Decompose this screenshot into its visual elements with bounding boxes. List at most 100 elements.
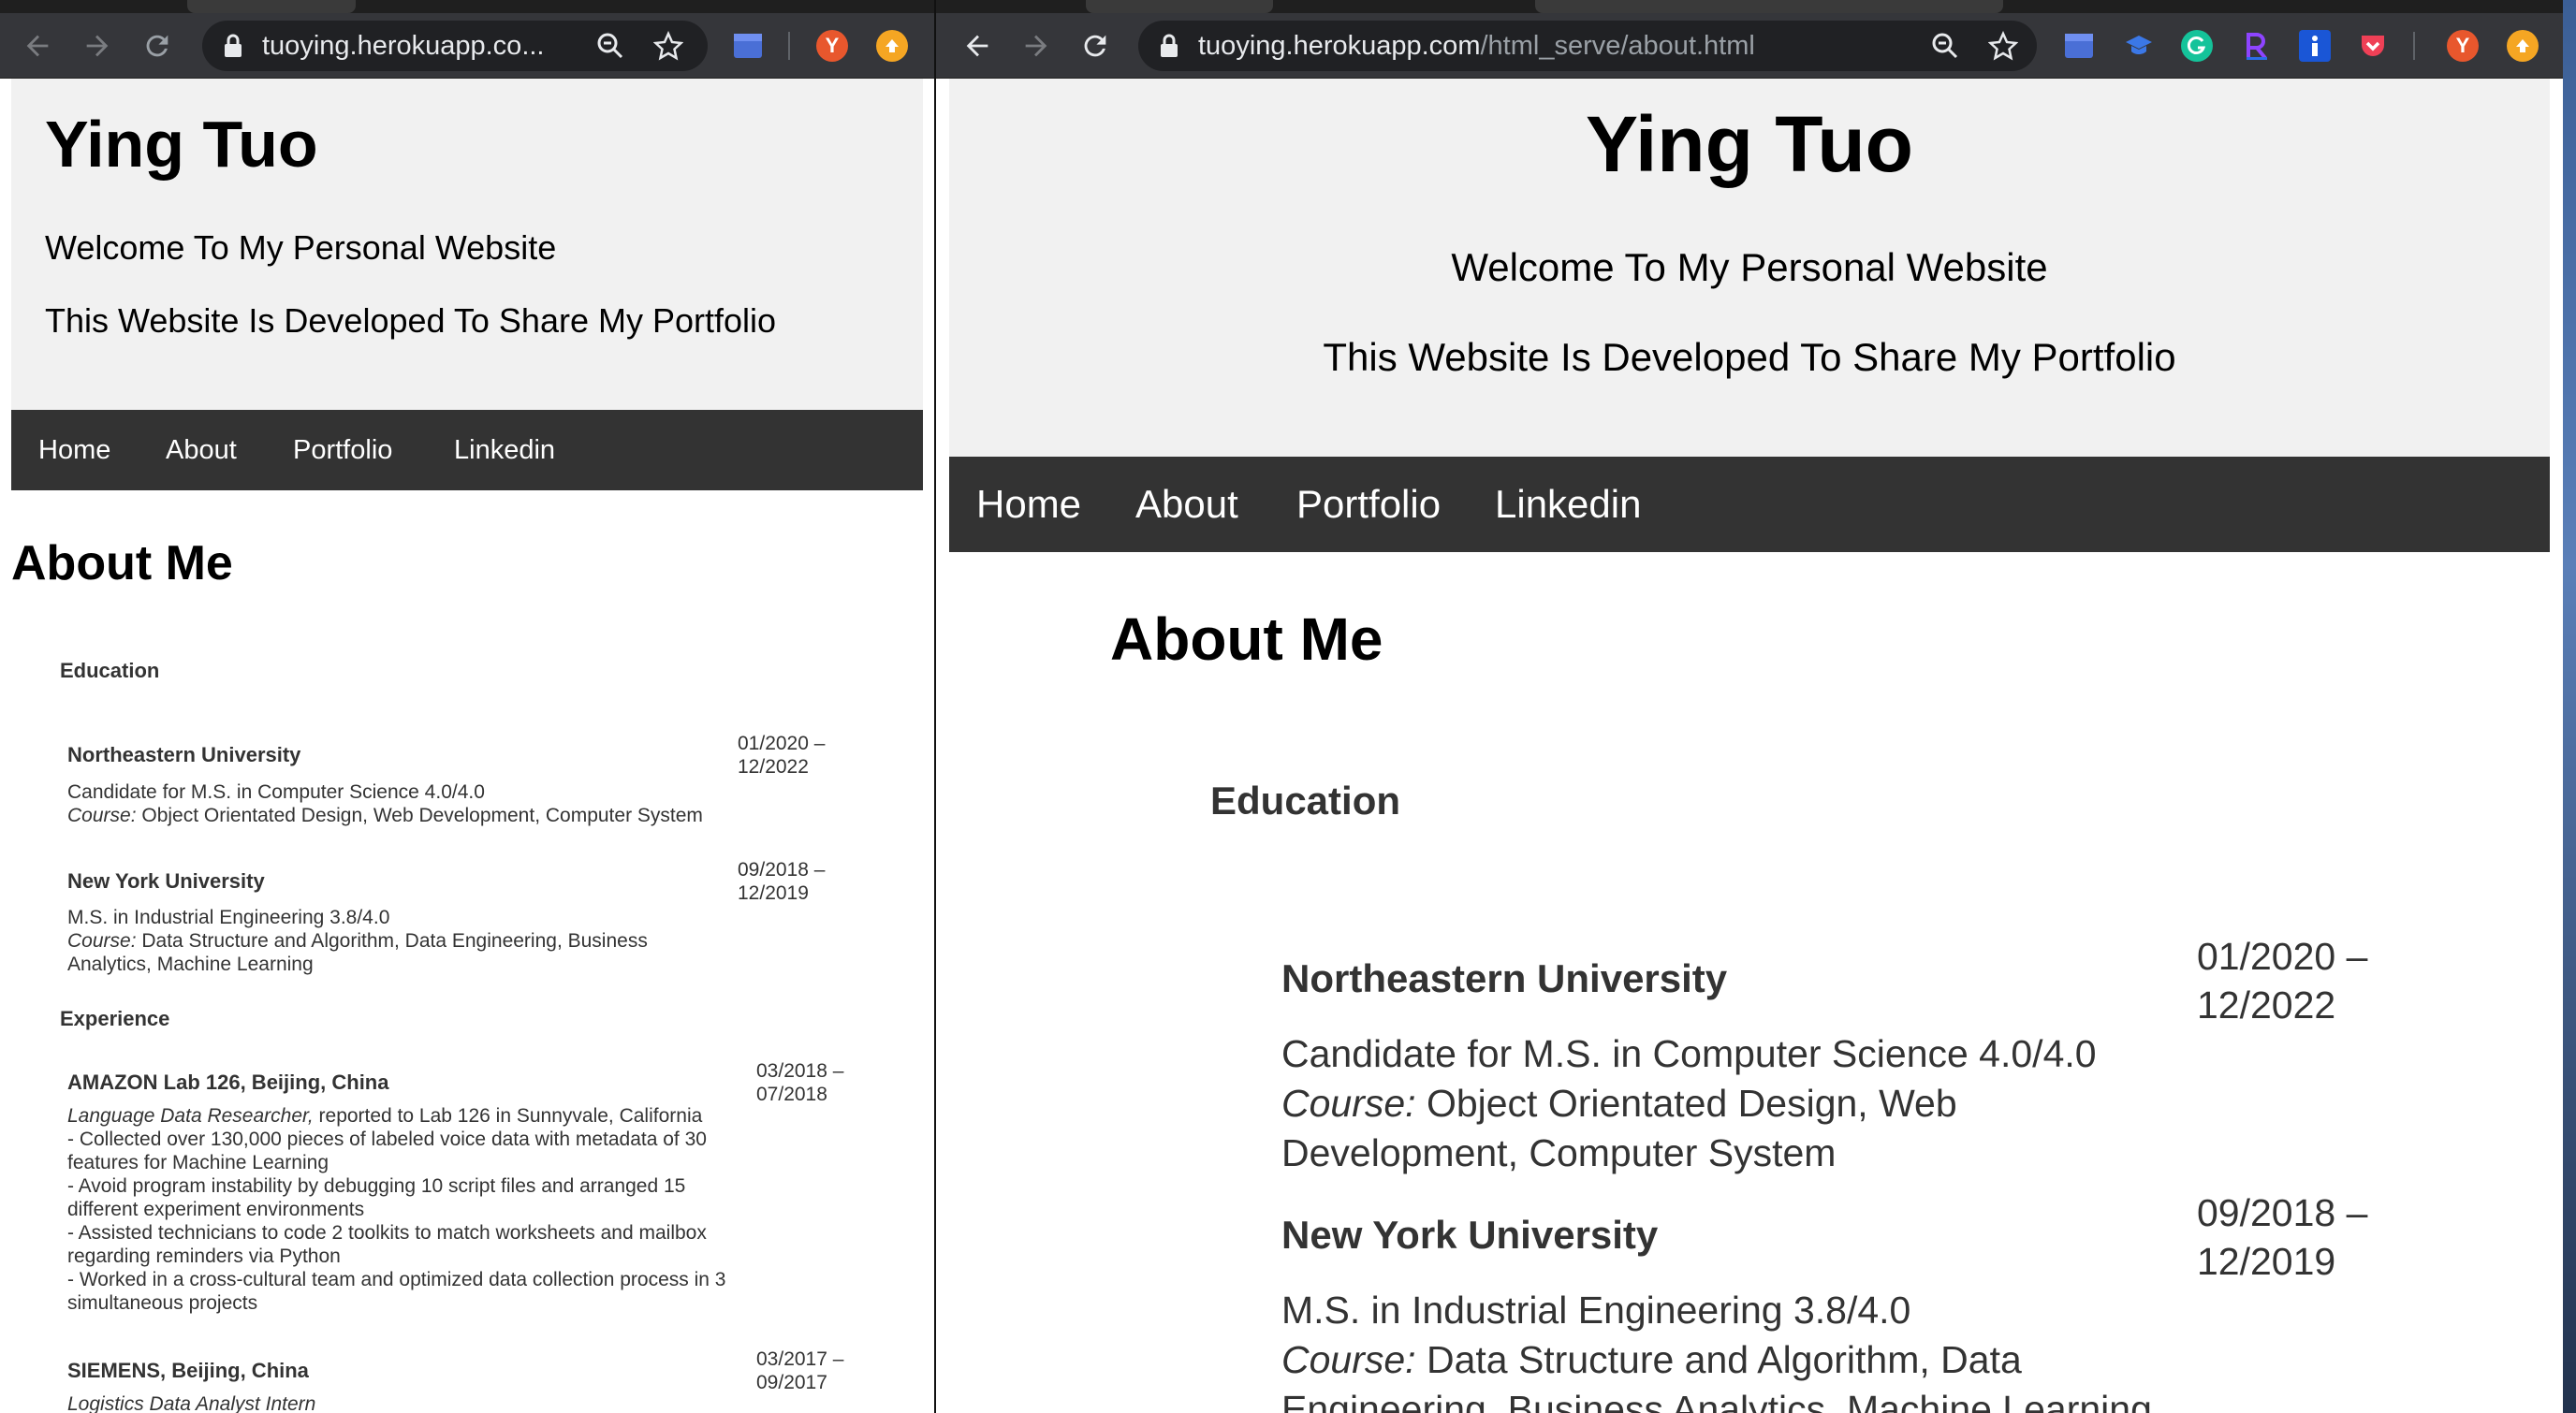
forward-button[interactable] [79,27,116,65]
profile-avatar[interactable]: Y [2447,30,2479,62]
site-nav: Home About Portfolio Linkedin [949,457,2550,552]
browser-tab[interactable] [1086,0,1273,13]
education-details: Candidate for M.S. in Computer Science 4… [67,781,703,826]
lock-icon [225,34,242,57]
reload-button[interactable] [139,27,176,65]
education-date: 01/2020 –12/2022 [2197,935,2368,1027]
browser-window-left: tuoying.herokuapp.co... Y Ying Tuo Welco… [0,0,934,1413]
nav-linkedin[interactable]: Linkedin [1495,457,1641,552]
education-org: New York University [67,869,265,893]
site-tagline: This Website Is Developed To Share My Po… [45,301,777,340]
education-details: Candidate for M.S. in Computer Science 4… [1281,1032,2097,1174]
pocket-icon [2362,36,2384,56]
update-icon[interactable] [2507,30,2539,62]
education-date: 09/2018 –12/2019 [2197,1191,2368,1283]
tab-strip [936,0,2563,13]
nav-portfolio[interactable]: Portfolio [293,410,392,490]
nav-portfolio[interactable]: Portfolio [1296,457,1441,552]
address-bar[interactable]: tuoying.herokuapp.co... [202,21,708,71]
update-icon[interactable] [876,30,908,62]
back-arrow-icon [966,35,988,57]
tab-strip [0,0,934,13]
zoom-icon[interactable] [1930,31,1960,61]
url-text: tuoying.herokuapp.com/html_serve/about.h… [1198,31,1755,61]
site-nav: Home About Portfolio Linkedin [11,410,923,490]
education-heading: Education [1210,779,1401,823]
browser-tab[interactable] [187,0,356,13]
up-arrow-icon [2516,39,2529,52]
site-header: Ying Tuo Welcome To My Personal Website … [949,79,2550,457]
info-extension-icon[interactable] [2299,30,2331,62]
bookmark-star-icon[interactable] [653,31,683,61]
reload-icon [146,35,168,57]
site-title: Ying Tuo [1586,100,1913,188]
address-bar[interactable]: tuoying.herokuapp.com/html_serve/about.h… [1138,21,2037,71]
up-arrow-icon [886,39,899,52]
site-header: Ying Tuo Welcome To My Personal Website … [11,79,923,410]
extension-icon[interactable] [732,30,764,62]
experience-org: AMAZON Lab 126, Beijing, China [67,1071,389,1094]
back-button[interactable] [19,27,56,65]
forward-arrow-icon [1025,35,1047,57]
site-subtitle: Welcome To My Personal Website [45,228,557,267]
back-button[interactable] [959,27,996,65]
bookmark-star-icon[interactable] [1988,31,2018,61]
back-arrow-icon [26,35,49,57]
experience-bullet: - Avoid program instability by debugging… [67,1175,686,1220]
nav-about[interactable]: About [166,410,237,490]
url-text: tuoying.herokuapp.co... [262,31,545,61]
window-extension-icon [734,34,762,58]
experience-bullet: - Worked in a cross-cultural team and op… [67,1269,726,1314]
experience-date: 03/2017 –09/2017 [756,1348,844,1393]
letter-r-icon [2247,33,2267,60]
experience-org: SIEMENS, Beijing, China [67,1359,309,1382]
r-extension-icon[interactable] [2241,30,2273,62]
experience-bullet: - Assisted technicians to code 2 toolkit… [67,1222,707,1267]
education-org: New York University [1281,1213,1659,1257]
pocket-extension-icon[interactable] [2357,30,2389,62]
experience-date: 03/2018 –07/2018 [756,1060,844,1105]
education-details: M.S. in Industrial Engineering 3.8/4.0 C… [67,907,648,975]
forward-button[interactable] [1017,27,1055,65]
nav-home[interactable]: Home [38,410,110,490]
site-title: Ying Tuo [45,108,318,181]
nav-home[interactable]: Home [976,457,1081,552]
browser-tab[interactable] [1535,0,2003,13]
education-org: Northeastern University [1281,956,1728,1000]
toolbar-separator [2413,32,2415,60]
window-extension-icon[interactable] [2063,30,2095,62]
info-icon [2312,36,2318,56]
nav-linkedin[interactable]: Linkedin [454,410,555,490]
nav-about[interactable]: About [1135,457,1238,552]
page-viewport: Ying Tuo Welcome To My Personal Website … [936,79,2563,1413]
grammarly-extension-icon[interactable] [2181,30,2213,62]
reload-icon [1084,35,1106,57]
education-date: 01/2020 –12/2022 [738,733,826,778]
window-icon [2065,34,2093,58]
education-org: Northeastern University [67,743,301,766]
forward-arrow-icon [86,35,109,57]
experience-details: Logistics Data Analyst Intern [67,1393,316,1413]
experience-heading: Experience [60,1007,170,1030]
page-viewport: Ying Tuo Welcome To My Personal Website … [0,79,934,1413]
zoom-icon[interactable] [595,31,625,61]
graduation-cap-extension-icon[interactable] [2123,30,2155,62]
experience-details: Language Data Researcher, reported to La… [67,1104,741,1315]
site-subtitle: Welcome To My Personal Website [1451,245,2048,289]
site-tagline: This Website Is Developed To Share My Po… [1323,335,2176,379]
experience-bullet: - Collected over 130,000 pieces of label… [67,1129,707,1173]
page-heading: About Me [11,536,233,590]
desktop-background [2563,0,2576,1413]
grammarly-icon [2187,36,2206,54]
graduation-cap-icon [2126,36,2152,54]
browser-toolbar: tuoying.herokuapp.com/html_serve/about.h… [936,13,2563,79]
toolbar-separator [788,32,790,60]
browser-toolbar: tuoying.herokuapp.co... Y [0,13,934,79]
profile-avatar[interactable]: Y [816,30,848,62]
education-date: 09/2018 –12/2019 [738,859,826,904]
lock-icon [1161,34,1178,57]
education-details: M.S. in Industrial Engineering 3.8/4.0 C… [1281,1289,2152,1413]
reload-button[interactable] [1076,27,1114,65]
browser-window-right: tuoying.herokuapp.com/html_serve/about.h… [936,0,2563,1413]
education-heading: Education [60,659,160,682]
